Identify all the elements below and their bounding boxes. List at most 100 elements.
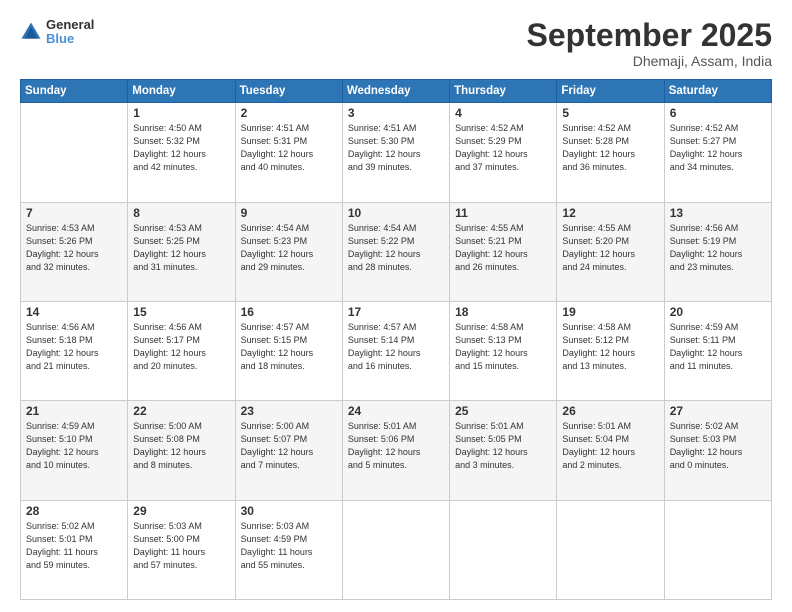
calendar-cell: 9 Sunrise: 4:54 AM Sunset: 5:23 PM Daylig… <box>235 202 342 301</box>
day-info: Sunrise: 4:58 AM Sunset: 5:13 PM Dayligh… <box>455 321 551 373</box>
calendar-cell <box>557 500 664 599</box>
day-info: Sunrise: 4:53 AM Sunset: 5:25 PM Dayligh… <box>133 222 229 274</box>
calendar-cell: 24 Sunrise: 5:01 AM Sunset: 5:06 PM Dayli… <box>342 401 449 500</box>
day-info: Sunrise: 4:52 AM Sunset: 5:28 PM Dayligh… <box>562 122 658 174</box>
weekday-header-tuesday: Tuesday <box>235 80 342 103</box>
day-info: Sunrise: 4:51 AM Sunset: 5:30 PM Dayligh… <box>348 122 444 174</box>
day-info: Sunrise: 4:59 AM Sunset: 5:10 PM Dayligh… <box>26 420 122 472</box>
day-number: 23 <box>241 404 337 418</box>
logo-line2: Blue <box>46 32 94 46</box>
day-number: 9 <box>241 206 337 220</box>
day-info: Sunrise: 5:00 AM Sunset: 5:08 PM Dayligh… <box>133 420 229 472</box>
day-number: 5 <box>562 106 658 120</box>
day-info: Sunrise: 4:56 AM Sunset: 5:19 PM Dayligh… <box>670 222 766 274</box>
day-number: 21 <box>26 404 122 418</box>
weekday-header-saturday: Saturday <box>664 80 771 103</box>
day-info: Sunrise: 4:57 AM Sunset: 5:14 PM Dayligh… <box>348 321 444 373</box>
calendar-cell: 30Sunrise: 5:03 AM Sunset: 4:59 PM Dayli… <box>235 500 342 599</box>
day-info: Sunrise: 5:01 AM Sunset: 5:06 PM Dayligh… <box>348 420 444 472</box>
calendar-cell: 11 Sunrise: 4:55 AM Sunset: 5:21 PM Dayli… <box>450 202 557 301</box>
calendar-cell: 10Sunrise: 4:54 AM Sunset: 5:22 PM Dayli… <box>342 202 449 301</box>
weekday-header-monday: Monday <box>128 80 235 103</box>
day-info: Sunrise: 4:50 AM Sunset: 5:32 PM Dayligh… <box>133 122 229 174</box>
calendar: SundayMondayTuesdayWednesdayThursdayFrid… <box>20 79 772 600</box>
weekday-header-friday: Friday <box>557 80 664 103</box>
calendar-cell: 21 Sunrise: 4:59 AM Sunset: 5:10 PM Dayli… <box>21 401 128 500</box>
day-info: Sunrise: 4:55 AM Sunset: 5:21 PM Dayligh… <box>455 222 551 274</box>
calendar-cell: 18 Sunrise: 4:58 AM Sunset: 5:13 PM Dayli… <box>450 301 557 400</box>
logo: General Blue <box>20 18 94 47</box>
calendar-cell: 8 Sunrise: 4:53 AM Sunset: 5:25 PM Daylig… <box>128 202 235 301</box>
day-number: 18 <box>455 305 551 319</box>
day-number: 6 <box>670 106 766 120</box>
day-info: Sunrise: 4:56 AM Sunset: 5:18 PM Dayligh… <box>26 321 122 373</box>
day-number: 15 <box>133 305 229 319</box>
day-info: Sunrise: 5:02 AM Sunset: 5:03 PM Dayligh… <box>670 420 766 472</box>
week-row-4: 21 Sunrise: 4:59 AM Sunset: 5:10 PM Dayli… <box>21 401 772 500</box>
calendar-body: 1 Sunrise: 4:50 AM Sunset: 5:32 PM Daylig… <box>21 103 772 600</box>
calendar-cell <box>450 500 557 599</box>
day-info: Sunrise: 4:52 AM Sunset: 5:27 PM Dayligh… <box>670 122 766 174</box>
day-number: 29 <box>133 504 229 518</box>
day-number: 11 <box>455 206 551 220</box>
logo-line1: General <box>46 18 94 32</box>
weekday-header-thursday: Thursday <box>450 80 557 103</box>
day-info: Sunrise: 4:54 AM Sunset: 5:23 PM Dayligh… <box>241 222 337 274</box>
day-number: 4 <box>455 106 551 120</box>
calendar-cell: 5 Sunrise: 4:52 AM Sunset: 5:28 PM Daylig… <box>557 103 664 202</box>
logo-text: General Blue <box>46 18 94 47</box>
calendar-cell: 3 Sunrise: 4:51 AM Sunset: 5:30 PM Daylig… <box>342 103 449 202</box>
day-number: 19 <box>562 305 658 319</box>
day-number: 13 <box>670 206 766 220</box>
week-row-5: 28 Sunrise: 5:02 AM Sunset: 5:01 PM Dayli… <box>21 500 772 599</box>
calendar-cell <box>342 500 449 599</box>
calendar-cell: 26Sunrise: 5:01 AM Sunset: 5:04 PM Dayli… <box>557 401 664 500</box>
day-number: 22 <box>133 404 229 418</box>
day-info: Sunrise: 5:03 AM Sunset: 4:59 PM Dayligh… <box>241 520 337 572</box>
day-info: Sunrise: 4:56 AM Sunset: 5:17 PM Dayligh… <box>133 321 229 373</box>
calendar-cell: 1 Sunrise: 4:50 AM Sunset: 5:32 PM Daylig… <box>128 103 235 202</box>
calendar-cell: 4 Sunrise: 4:52 AM Sunset: 5:29 PM Daylig… <box>450 103 557 202</box>
calendar-cell: 13 Sunrise: 4:56 AM Sunset: 5:19 PM Dayli… <box>664 202 771 301</box>
day-info: Sunrise: 5:01 AM Sunset: 5:05 PM Dayligh… <box>455 420 551 472</box>
day-number: 28 <box>26 504 122 518</box>
calendar-cell: 12Sunrise: 4:55 AM Sunset: 5:20 PM Dayli… <box>557 202 664 301</box>
day-number: 8 <box>133 206 229 220</box>
day-number: 25 <box>455 404 551 418</box>
calendar-cell: 17Sunrise: 4:57 AM Sunset: 5:14 PM Dayli… <box>342 301 449 400</box>
title-block: September 2025 Dhemaji, Assam, India <box>527 18 772 69</box>
calendar-cell: 14 Sunrise: 4:56 AM Sunset: 5:18 PM Dayli… <box>21 301 128 400</box>
calendar-cell: 20Sunrise: 4:59 AM Sunset: 5:11 PM Dayli… <box>664 301 771 400</box>
day-number: 1 <box>133 106 229 120</box>
weekday-header-wednesday: Wednesday <box>342 80 449 103</box>
day-number: 14 <box>26 305 122 319</box>
day-info: Sunrise: 4:54 AM Sunset: 5:22 PM Dayligh… <box>348 222 444 274</box>
logo-icon <box>20 21 42 43</box>
day-info: Sunrise: 4:51 AM Sunset: 5:31 PM Dayligh… <box>241 122 337 174</box>
month-title: September 2025 <box>527 18 772 53</box>
week-row-1: 1 Sunrise: 4:50 AM Sunset: 5:32 PM Daylig… <box>21 103 772 202</box>
calendar-cell: 2 Sunrise: 4:51 AM Sunset: 5:31 PM Daylig… <box>235 103 342 202</box>
calendar-header: SundayMondayTuesdayWednesdayThursdayFrid… <box>21 80 772 103</box>
day-number: 2 <box>241 106 337 120</box>
calendar-cell: 15 Sunrise: 4:56 AM Sunset: 5:17 PM Dayli… <box>128 301 235 400</box>
calendar-cell: 7Sunrise: 4:53 AM Sunset: 5:26 PM Daylig… <box>21 202 128 301</box>
day-number: 24 <box>348 404 444 418</box>
day-info: Sunrise: 5:00 AM Sunset: 5:07 PM Dayligh… <box>241 420 337 472</box>
calendar-cell <box>664 500 771 599</box>
calendar-cell: 6 Sunrise: 4:52 AM Sunset: 5:27 PM Daylig… <box>664 103 771 202</box>
day-number: 3 <box>348 106 444 120</box>
weekday-row: SundayMondayTuesdayWednesdayThursdayFrid… <box>21 80 772 103</box>
calendar-cell: 22 Sunrise: 5:00 AM Sunset: 5:08 PM Dayli… <box>128 401 235 500</box>
day-info: Sunrise: 5:02 AM Sunset: 5:01 PM Dayligh… <box>26 520 122 572</box>
day-info: Sunrise: 4:52 AM Sunset: 5:29 PM Dayligh… <box>455 122 551 174</box>
day-info: Sunrise: 4:55 AM Sunset: 5:20 PM Dayligh… <box>562 222 658 274</box>
day-info: Sunrise: 5:03 AM Sunset: 5:00 PM Dayligh… <box>133 520 229 572</box>
day-info: Sunrise: 4:57 AM Sunset: 5:15 PM Dayligh… <box>241 321 337 373</box>
calendar-cell: 25 Sunrise: 5:01 AM Sunset: 5:05 PM Dayli… <box>450 401 557 500</box>
calendar-cell: 28 Sunrise: 5:02 AM Sunset: 5:01 PM Dayli… <box>21 500 128 599</box>
header: General Blue September 2025 Dhemaji, Ass… <box>20 18 772 69</box>
calendar-cell <box>21 103 128 202</box>
day-number: 20 <box>670 305 766 319</box>
day-number: 27 <box>670 404 766 418</box>
